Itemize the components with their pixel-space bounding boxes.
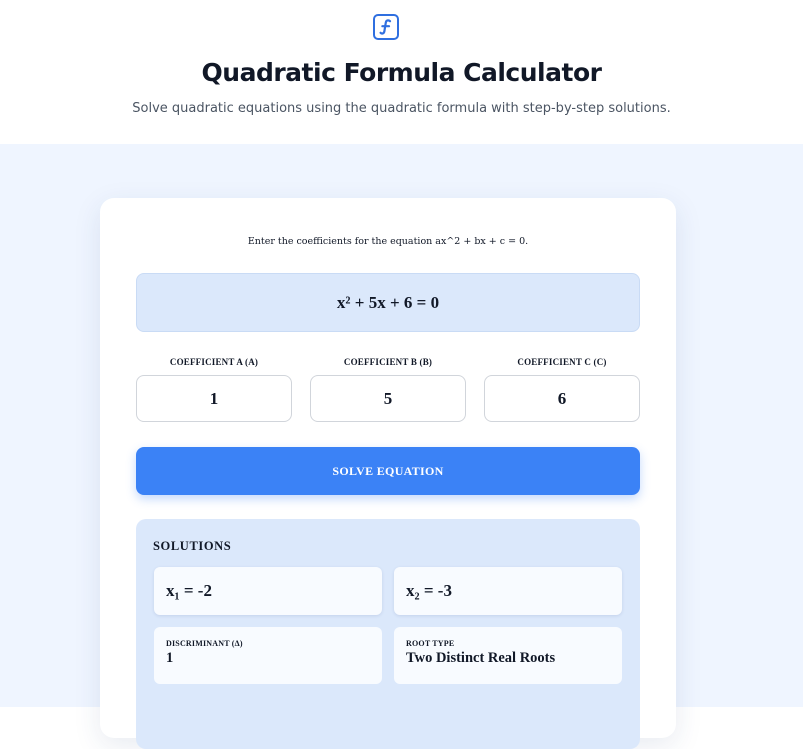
solve-equation-button[interactable]: SOLVE EQUATION <box>136 447 640 495</box>
coefficient-a-label: COEFFICIENT A (A) <box>169 357 259 367</box>
page-subtitle: Solve quadratic equations using the quad… <box>132 101 671 116</box>
discriminant-box: DISCRIMINANT (Δ) 1 <box>154 627 382 684</box>
root-x1: x₁ = -2 <box>154 567 382 615</box>
coefficient-c-input[interactable]: 6 <box>484 375 640 422</box>
main-area: Enter the coefficients for the equation … <box>0 144 803 749</box>
coefficient-a-input[interactable]: 1 <box>136 375 292 422</box>
equation-display: x² + 5x + 6 = 0 <box>136 273 640 332</box>
solutions-panel: SOLUTIONS x₁ = -2 x₂ = -3 DISCRIMINANT (… <box>136 519 640 749</box>
page-title: Quadratic Formula Calculator <box>201 58 602 87</box>
solutions-heading: SOLUTIONS <box>153 539 232 553</box>
discriminant-label: DISCRIMINANT (Δ) <box>166 639 243 648</box>
root-type-value: Two Distinct Real Roots <box>406 650 556 666</box>
calculator-card: Enter the coefficients for the equation … <box>100 198 676 749</box>
root-type-box: ROOT TYPE Two Distinct Real Roots <box>394 627 622 684</box>
instructions-text: Enter the coefficients for the equation … <box>247 236 529 247</box>
discriminant-value: 1 <box>166 650 174 666</box>
root-type-label: ROOT TYPE <box>406 639 455 648</box>
coefficient-b-label: COEFFICIENT B (B) <box>343 357 433 367</box>
page-header: Quadratic Formula Calculator Solve quadr… <box>0 0 803 144</box>
root-x2: x₂ = -3 <box>394 567 622 615</box>
function-icon <box>373 14 399 40</box>
coefficient-b-input[interactable]: 5 <box>310 375 466 422</box>
coefficient-c-label: COEFFICIENT C (C) <box>517 357 607 367</box>
